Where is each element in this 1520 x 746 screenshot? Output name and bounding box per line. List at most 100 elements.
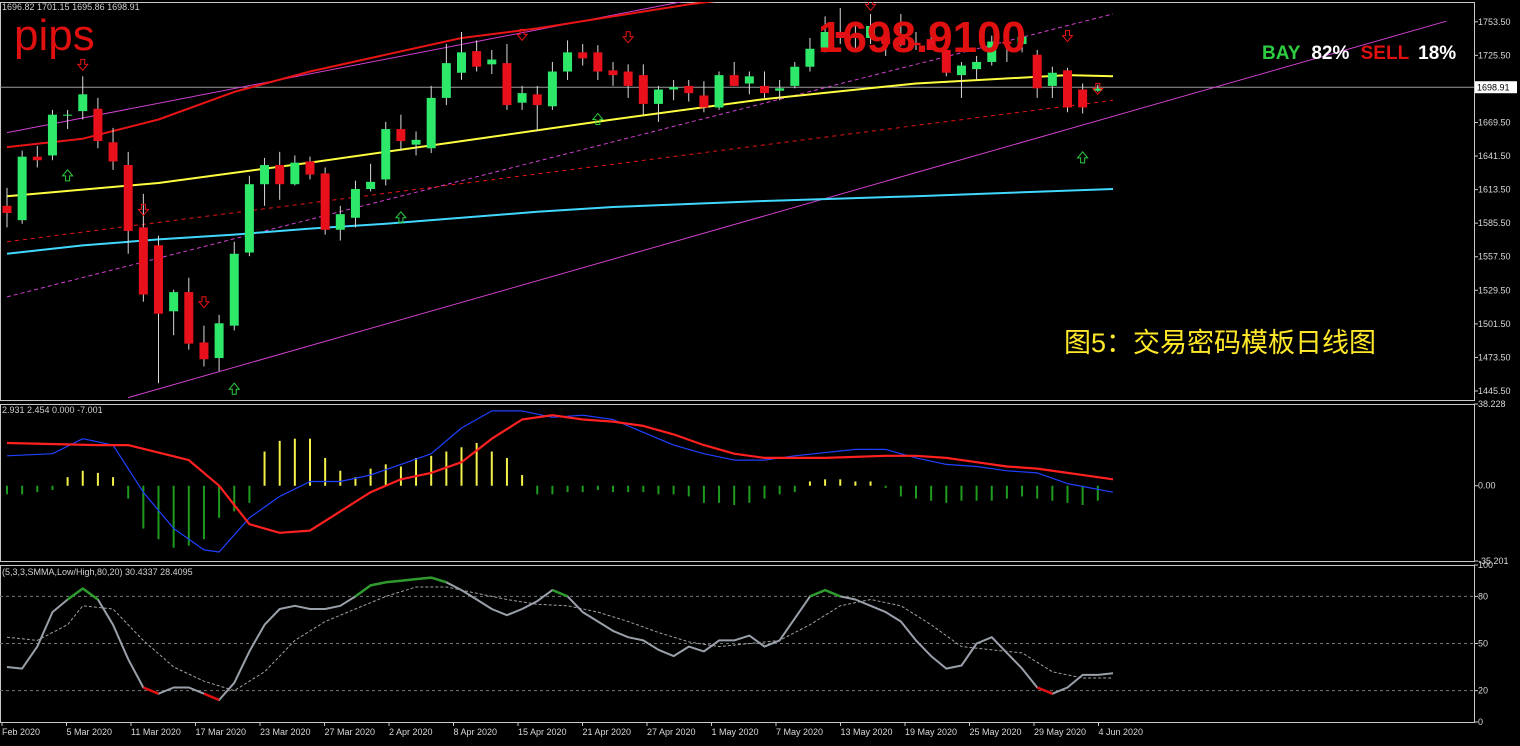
current-price-banner: 1698.9100 [818,13,1026,62]
candle-body [972,61,982,70]
price-tick-label: 1613.50 [1478,185,1511,195]
candle-body [63,114,73,116]
candle-body [2,205,12,213]
candle-body [563,52,573,72]
candle-body [608,70,618,76]
buy-sell-ratio: BAY 82% SELL 18% [1262,44,1456,63]
macd-readout: 2.931 2.454 0.000 -7.001 [2,405,103,415]
brand-logo-text: pips [14,11,95,60]
candle-body [638,75,648,104]
candle-body [154,245,163,314]
price-tick-label: 1641.50 [1478,151,1511,161]
macd-tick-label: 38.228 [1478,399,1506,409]
candle-body [32,156,42,161]
time-tick-label: 11 Mar 2020 [131,727,181,737]
time-tick-label: 13 May 2020 [841,727,893,737]
candle-body [714,75,724,108]
price-tick-label: 1725.50 [1478,50,1511,60]
candle-body [199,342,209,360]
candle [47,109,57,161]
candle-body [1078,89,1088,108]
time-tick-label: 17 Mar 2020 [196,727,247,737]
candle-body [214,323,224,359]
candle-body [790,66,800,86]
candle-body [578,52,588,59]
time-tick-label: 23 Mar 2020 [260,727,311,737]
candle [244,175,254,257]
time-tick-label: 29 May 2020 [1034,727,1086,737]
time-tick-label: 15 Apr 2020 [518,727,567,737]
candle-body [381,129,391,180]
candle [17,150,27,224]
candle-body [775,88,785,91]
candle-body [366,181,376,190]
candle-body [305,161,315,175]
candle-body [17,156,27,221]
candle-body [653,89,663,104]
chart-canvas: 1753.501725.501697.501669.501641.501613.… [0,0,1520,746]
candle-body [1032,54,1042,89]
candle-body [487,59,497,65]
time-tick-label: Feb 2020 [2,727,40,737]
candle-body [229,253,239,326]
candle-body [169,292,179,312]
candle-body [93,108,103,142]
candle-body [441,63,451,98]
stoch-tick-label: 80 [1478,591,1488,601]
candle-body [547,71,557,107]
candle-body [956,65,966,76]
bay-label: BAY [1262,43,1301,64]
candle-body [184,292,194,344]
stochastic-readout: (5,3,3,SMMA,Low/High,80,20) 30.4337 28.4… [2,567,193,577]
time-tick-label: 27 Apr 2020 [647,727,696,737]
candle-body [699,95,709,108]
candle-body [805,48,815,67]
stoch-tick-label: 0 [1478,717,1483,727]
candle-body [760,85,769,94]
candle [320,167,330,235]
price-tick-label: 1669.50 [1478,117,1511,127]
candle-body [138,227,148,295]
candle-body [108,142,118,162]
candle-body [426,97,436,149]
current-price-tag-label: 1698.91 [1477,83,1510,93]
candle-body [290,162,300,185]
time-tick-label: 21 Apr 2020 [583,727,632,737]
bay-percent: 82% [1311,43,1350,64]
candle [229,241,239,331]
candle-body [472,51,482,67]
price-tick-label: 1585.50 [1478,218,1511,228]
candle-body [78,94,88,112]
candle-body [532,94,542,106]
price-tick-label: 1501.50 [1478,319,1511,329]
candle-body [411,139,421,145]
time-tick-label: 27 Mar 2020 [325,727,376,737]
candle-body [729,75,739,86]
candle [714,71,724,110]
price-tick-label: 1557.50 [1478,252,1511,262]
candle-body [457,52,466,73]
candle-body [320,173,330,230]
price-tick-label: 1753.50 [1478,17,1511,27]
candle-body [744,76,754,84]
candle-body [502,63,512,106]
candle-body [1063,70,1072,108]
candle-body [275,165,285,185]
candle-body [260,165,270,185]
candle-body [1047,72,1057,86]
price-tick-label: 1529.50 [1478,285,1511,295]
time-tick-label: 8 Apr 2020 [454,727,498,737]
candle [381,121,391,186]
stoch-tick-label: 50 [1478,639,1488,649]
figure-caption: 图5：交易密码模板日线图 [1064,328,1377,358]
candle [1063,67,1072,113]
candle-body [123,165,133,231]
chart-background [0,0,1520,746]
price-tick-label: 1473.50 [1478,352,1511,362]
time-tick-label: 1 May 2020 [712,727,759,737]
stoch-tick-label: 100 [1478,560,1493,570]
candle-body [350,189,360,218]
candle-body [396,129,406,142]
time-tick-label: 5 Mar 2020 [67,727,113,737]
candle-body [593,52,603,72]
